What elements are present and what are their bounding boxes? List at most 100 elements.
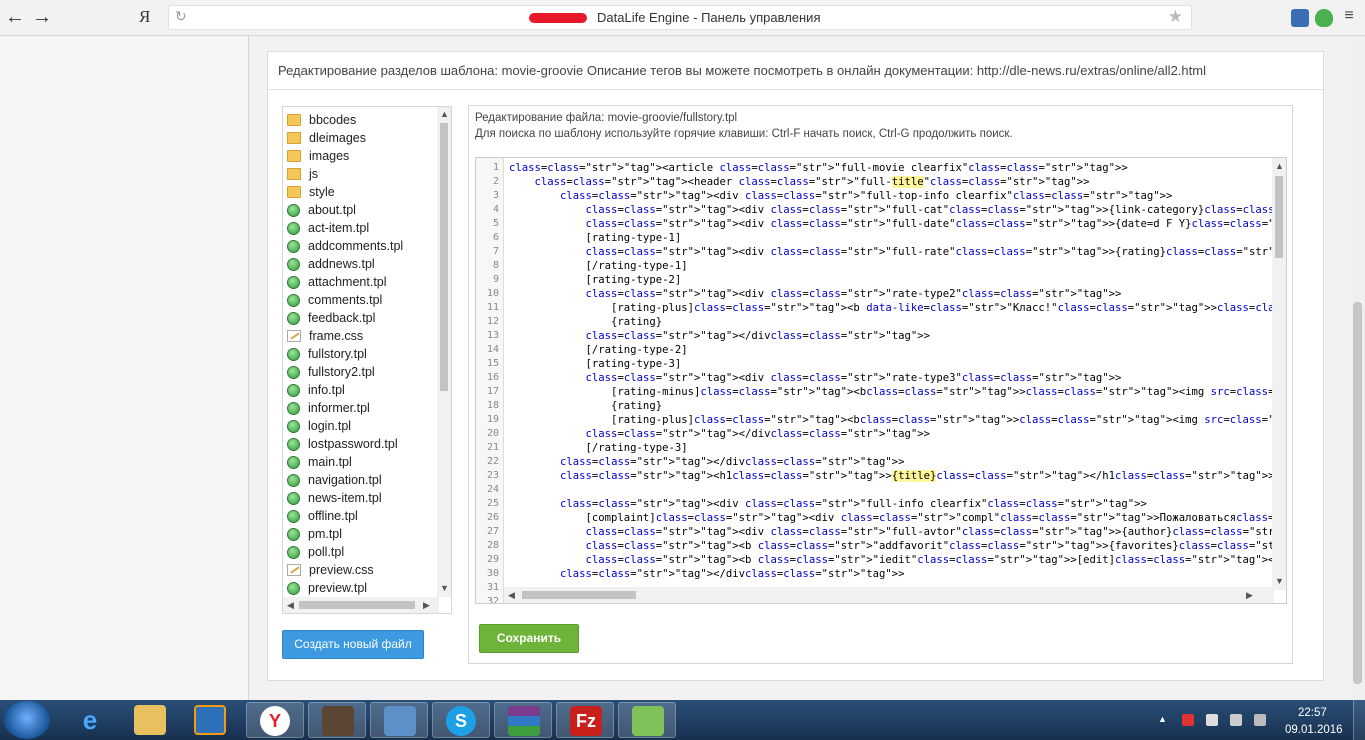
save-button[interactable]: Сохранить <box>479 624 579 653</box>
tree-item[interactable]: style <box>287 183 335 201</box>
code-line[interactable]: class=class="str">"tag"><div class=class… <box>509 288 1122 300</box>
code-editor[interactable]: 1 2 3 4 5 6 7 8 9 10 11 12 13 14 15 16 17 18 19 20 21 22 23 24 2… <box>475 157 1287 604</box>
tree-item[interactable]: addnews.tpl <box>287 255 375 273</box>
code-line[interactable]: class=class="str">"tag"></divclass=class… <box>509 456 904 468</box>
address-bar[interactable]: ↻ DataLife Engine - Панель управления ★ <box>168 5 1192 30</box>
code-line[interactable]: [rating-minus]class=class="str">"tag"><b… <box>509 386 1286 398</box>
tree-item[interactable]: fullstory.tpl <box>287 345 367 363</box>
tree-scroll-thumb[interactable] <box>440 123 448 391</box>
code-line[interactable]: class=class="str">"tag"><div class=class… <box>509 498 1147 510</box>
tree-item[interactable]: info.tpl <box>287 381 345 399</box>
tree-item[interactable]: pm.tpl <box>287 525 342 543</box>
code-scroll-right-icon[interactable]: ▶ <box>1246 590 1253 601</box>
code-line[interactable]: [complaint]class=class="str">"tag"><div … <box>509 512 1286 524</box>
tree-item[interactable]: comments.tpl <box>287 291 382 309</box>
code-line[interactable]: class=class="str">"tag"><b class=class="… <box>509 554 1286 566</box>
tree-item[interactable]: offline.tpl <box>287 507 358 525</box>
create-new-file-button[interactable]: Создать новый файл <box>282 630 424 659</box>
taskbar-filezilla[interactable]: Fz <box>556 702 614 738</box>
code-line[interactable]: [rating-plus]class=class="str">"tag"><bc… <box>509 414 1286 426</box>
tree-item[interactable]: main.tpl <box>287 453 352 471</box>
reload-icon[interactable]: ↻ <box>175 8 187 25</box>
tree-item[interactable]: js <box>287 165 318 183</box>
clock-date[interactable]: 09.01.2016 <box>1285 724 1343 736</box>
taskbar-media[interactable] <box>181 702 239 738</box>
taskbar-game[interactable] <box>308 702 366 738</box>
device-icon[interactable] <box>1206 714 1218 726</box>
code-line[interactable]: [rating-type-2] <box>509 274 682 286</box>
taskbar-notepad[interactable] <box>618 702 676 738</box>
code-line[interactable]: class=class="str">"tag"><article class=c… <box>509 162 1128 174</box>
tree-item[interactable]: navigation.tpl <box>287 471 382 489</box>
code-line[interactable]: {rating} <box>509 400 662 412</box>
tray-expand-icon[interactable]: ▲ <box>1158 714 1170 726</box>
tree-item[interactable]: fullstory2.tpl <box>287 363 375 381</box>
tree-item[interactable]: frame.css <box>287 327 363 345</box>
settings-extension-icon[interactable] <box>1291 9 1309 27</box>
code-line[interactable]: class=class="str">"tag"></divclass=class… <box>509 568 904 580</box>
code-vertical-scrollbar[interactable]: ▲ ▼ <box>1272 158 1286 590</box>
code-hscroll-thumb[interactable] <box>522 591 636 599</box>
code-line[interactable]: [/rating-type-3] <box>509 442 688 454</box>
yandex-logo[interactable]: Я <box>139 7 150 27</box>
tree-vertical-scrollbar[interactable]: ▲ ▼ <box>437 107 451 597</box>
code-line[interactable]: class=class="str">"tag"><div class=class… <box>509 218 1286 230</box>
code-horizontal-scrollbar[interactable]: ◀ ▶ <box>504 587 1274 603</box>
taskbar-explorer[interactable] <box>121 702 179 738</box>
tree-item[interactable]: informer.tpl <box>287 399 370 417</box>
tree-item[interactable]: act-item.tpl <box>287 219 369 237</box>
code-line[interactable]: class=class="str">"tag"><div class=class… <box>509 246 1286 258</box>
code-scroll-down-icon[interactable]: ▼ <box>1275 576 1284 586</box>
page-scrollbar[interactable] <box>1350 36 1365 700</box>
taskbar-winrar[interactable] <box>494 702 552 738</box>
code-line[interactable]: [rating-type-1] <box>509 232 682 244</box>
tree-item[interactable]: poll.tpl <box>287 543 344 561</box>
code-line[interactable]: class=class="str">"tag"><h1class=class="… <box>509 470 1274 482</box>
tree-item[interactable]: feedback.tpl <box>287 309 375 327</box>
shield-extension-icon[interactable] <box>1315 9 1333 27</box>
code-scroll-thumb[interactable] <box>1275 176 1283 258</box>
tree-item[interactable]: images <box>287 147 349 165</box>
code-line[interactable]: class=class="str">"tag"><div class=class… <box>509 372 1122 384</box>
forward-button[interactable]: → <box>30 6 54 30</box>
code-line[interactable]: class=class="str">"tag"></divclass=class… <box>509 428 930 440</box>
code-line[interactable]: class=class="str">"tag"><b class=class="… <box>509 540 1286 552</box>
bookmark-star-icon[interactable]: ★ <box>1168 7 1183 27</box>
flag-icon[interactable] <box>1182 714 1194 726</box>
tree-item[interactable]: about.tpl <box>287 201 356 219</box>
tree-item[interactable]: attachment.tpl <box>287 273 387 291</box>
page-scrollbar-thumb[interactable] <box>1353 302 1362 684</box>
tree-item[interactable]: bbcodes <box>287 111 356 129</box>
tree-item[interactable]: news-item.tpl <box>287 489 382 507</box>
taskbar-control-panel[interactable] <box>370 702 428 738</box>
tree-item[interactable]: addcomments.tpl <box>287 237 403 255</box>
scroll-right-icon[interactable]: ▶ <box>423 600 430 611</box>
back-button[interactable]: ← <box>3 6 27 30</box>
network-icon[interactable] <box>1230 714 1242 726</box>
code-line[interactable]: [/rating-type-2] <box>509 344 688 356</box>
tree-item[interactable]: lostpassword.tpl <box>287 435 398 453</box>
start-button[interactable] <box>4 701 50 739</box>
volume-icon[interactable] <box>1254 714 1266 726</box>
code-line[interactable]: class=class="str">"tag"><header class=cl… <box>509 176 1089 188</box>
code-scroll-up-icon[interactable]: ▲ <box>1275 161 1284 171</box>
scroll-up-icon[interactable]: ▲ <box>440 109 449 119</box>
tree-item[interactable]: login.tpl <box>287 417 351 435</box>
show-desktop-button[interactable] <box>1353 700 1365 740</box>
code-scroll-left-icon[interactable]: ◀ <box>508 590 515 601</box>
tree-hscroll-thumb[interactable] <box>299 601 415 609</box>
taskbar-ie[interactable]: e <box>61 702 119 738</box>
tree-item[interactable]: preview.tpl <box>287 579 367 597</box>
tree-item[interactable]: dleimages <box>287 129 366 147</box>
tree-horizontal-scrollbar[interactable]: ◀ ▶ <box>283 597 439 613</box>
taskbar-yandex-browser[interactable]: Y <box>246 702 304 738</box>
code-line[interactable]: {rating} <box>509 316 662 328</box>
clock-time[interactable]: 22:57 <box>1298 707 1327 719</box>
menu-icon[interactable]: ≡ <box>1340 8 1358 27</box>
code-line[interactable]: class=class="str">"tag"><div class=class… <box>509 190 1172 202</box>
code-line[interactable]: [rating-plus]class=class="str">"tag"><b … <box>509 302 1286 314</box>
scroll-left-icon[interactable]: ◀ <box>287 600 294 611</box>
code-line[interactable]: [/rating-type-1] <box>509 260 688 272</box>
scroll-down-icon[interactable]: ▼ <box>440 583 449 593</box>
code-line[interactable]: class=class="str">"tag"></divclass=class… <box>509 330 930 342</box>
